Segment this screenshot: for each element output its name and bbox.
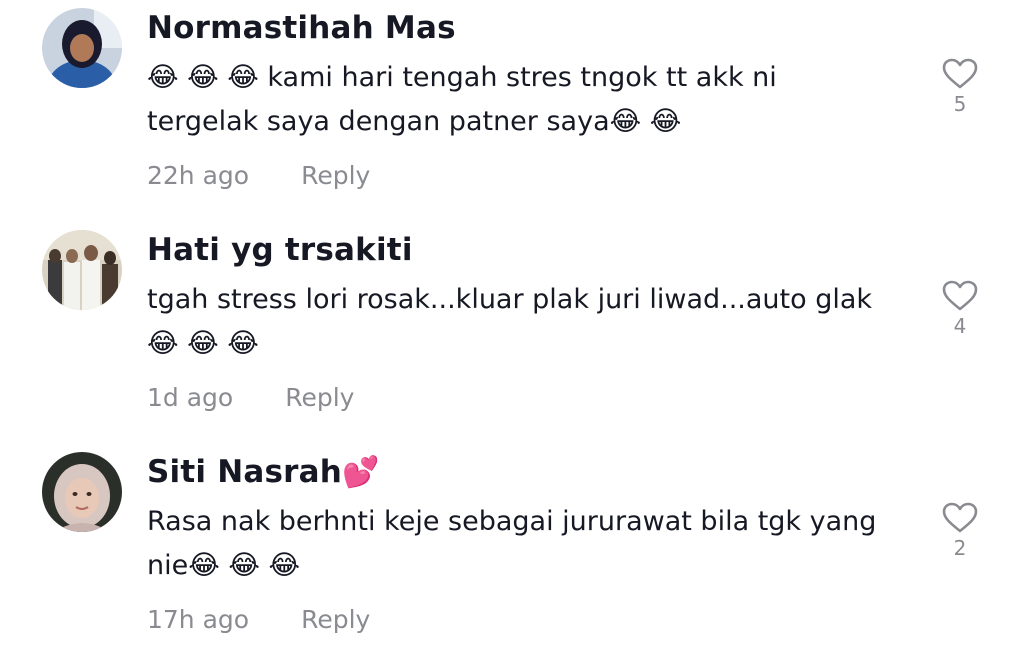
heart-outline-icon (942, 502, 978, 533)
comment-timestamp: 22h ago (147, 161, 250, 190)
reply-button[interactable]: Reply (301, 161, 370, 190)
user-avatar-icon (42, 452, 122, 532)
like-count: 4 (953, 314, 967, 338)
comment-meta: 1d ago Reply (147, 383, 354, 412)
comment-text-line: nie😂 😂 😂 (147, 550, 301, 581)
avatar[interactable] (42, 230, 122, 310)
comment-text-line: tgah stress lori rosak...kluar plak juri… (147, 284, 873, 315)
like-button[interactable]: 2 (938, 502, 982, 560)
comment-text-line: Rasa nak berhnti keje sebagai jururawat … (147, 506, 877, 537)
comment-username[interactable]: Normastihah Mas (147, 10, 456, 46)
comment-username[interactable]: Siti Nasrah💕 (147, 454, 380, 490)
like-count: 2 (953, 536, 967, 560)
comment-text-line: 😂 😂 😂 kami hari tengah stres tngok tt ak… (147, 62, 777, 93)
comment-username[interactable]: Hati yg trsakiti (147, 232, 413, 268)
comment-text-line: 😂 😂 😂 (147, 328, 259, 359)
user-avatar-icon (42, 8, 122, 88)
comment-text: Rasa nak berhnti keje sebagai jururawat … (147, 500, 907, 588)
username-emoji: 💕 (341, 455, 380, 490)
comment-item: Normastihah Mas 😂 😂 😂 kami hari tengah s… (0, 0, 1024, 222)
reply-button[interactable]: Reply (301, 605, 370, 634)
comment-item: Siti Nasrah💕 Rasa nak berhnti keje sebag… (0, 444, 1024, 666)
comment-meta: 22h ago Reply (147, 161, 370, 190)
avatar[interactable] (42, 8, 122, 88)
username-text: Normastihah Mas (147, 10, 456, 46)
like-count: 5 (953, 92, 967, 116)
username-text: Hati yg trsakiti (147, 232, 413, 268)
username-text: Siti Nasrah (147, 454, 342, 490)
comment-timestamp: 17h ago (147, 605, 250, 634)
user-avatar-icon (42, 230, 122, 310)
like-button[interactable]: 5 (938, 58, 982, 116)
comment-text-line: tergelak saya dengan patner saya😂 😂 (147, 106, 682, 137)
comment-item: Hati yg trsakiti tgah stress lori rosak.… (0, 222, 1024, 444)
avatar[interactable] (42, 452, 122, 532)
like-button[interactable]: 4 (938, 280, 982, 338)
comment-text: 😂 😂 😂 kami hari tengah stres tngok tt ak… (147, 56, 907, 144)
heart-outline-icon (942, 58, 978, 89)
reply-button[interactable]: Reply (285, 383, 354, 412)
heart-outline-icon (942, 280, 978, 311)
comment-text: tgah stress lori rosak...kluar plak juri… (147, 278, 907, 366)
comment-timestamp: 1d ago (147, 383, 234, 412)
comment-meta: 17h ago Reply (147, 605, 370, 634)
